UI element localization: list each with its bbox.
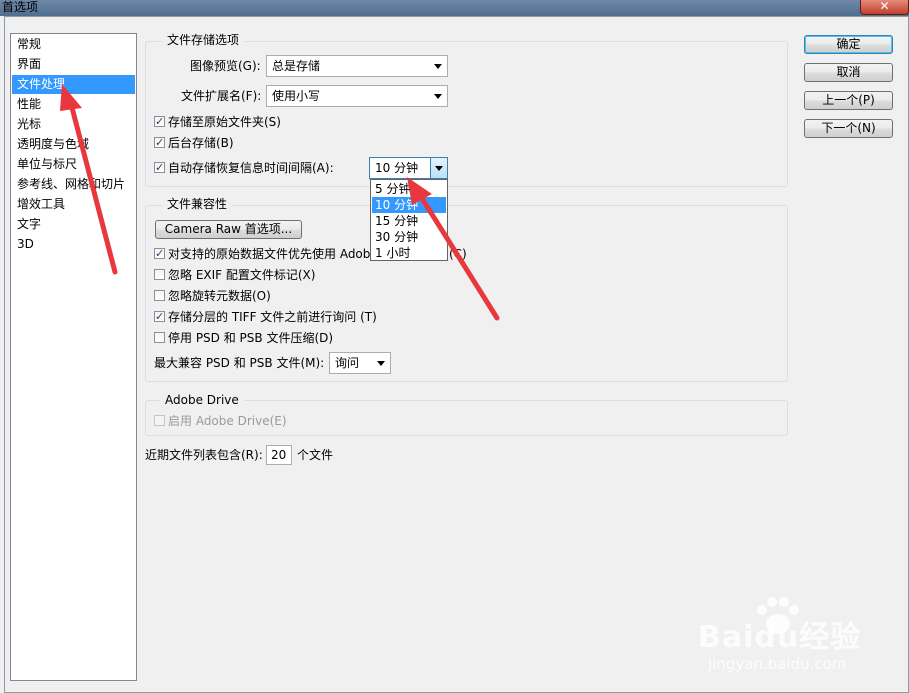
annotation-arrows bbox=[60, 84, 500, 321]
arrow-to-autosave-dropdown bbox=[407, 177, 500, 321]
paw-icon bbox=[757, 597, 799, 634]
arrow-to-file-handling bbox=[60, 84, 118, 275]
watermark-url: jingyan.baidu.com bbox=[708, 655, 847, 673]
